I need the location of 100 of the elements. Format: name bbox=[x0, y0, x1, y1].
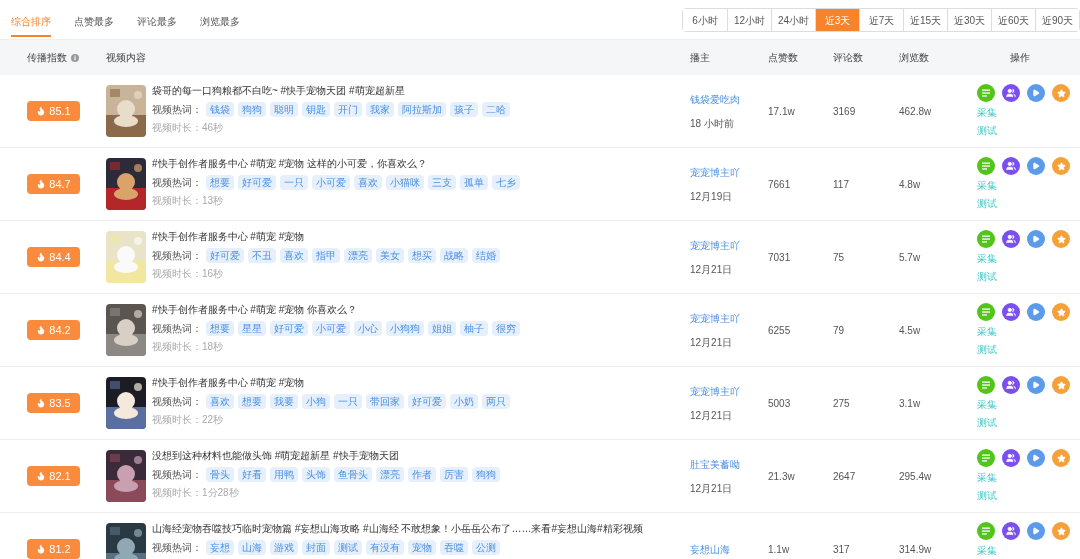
keyword-tag[interactable]: 星星 bbox=[238, 321, 266, 336]
users-icon[interactable] bbox=[1002, 449, 1020, 467]
keyword-tag[interactable]: 想要 bbox=[206, 321, 234, 336]
play-icon[interactable] bbox=[1027, 84, 1045, 102]
keyword-tag[interactable]: 姐姐 bbox=[428, 321, 456, 336]
author-link[interactable]: 肚宝美蓄呦 bbox=[690, 456, 768, 472]
video-title[interactable]: #快手创作者服务中心 #萌宠 #宠物 你喜欢么？ bbox=[152, 304, 520, 316]
sort-tab[interactable]: 评论最多 bbox=[137, 14, 177, 37]
play-icon[interactable] bbox=[1027, 157, 1045, 175]
author-link[interactable]: 宠宠博主吖 bbox=[690, 310, 768, 326]
keyword-tag[interactable]: 钱袋 bbox=[206, 102, 234, 117]
action-link[interactable]: 测试 bbox=[977, 343, 997, 357]
score-button[interactable]: 85.1 bbox=[27, 101, 80, 121]
keyword-tag[interactable]: 狗狗 bbox=[472, 467, 500, 482]
video-title[interactable]: 袋哥的每一口狗粮都不白吃~ #快手宠物天团 #萌宠超新星 bbox=[152, 85, 510, 97]
keyword-tag[interactable]: 战略 bbox=[440, 248, 468, 263]
score-button[interactable]: 83.5 bbox=[27, 393, 80, 413]
users-icon[interactable] bbox=[1002, 522, 1020, 540]
keyword-tag[interactable]: 宠物 bbox=[408, 540, 436, 555]
time-filter-button[interactable]: 近3天 bbox=[815, 9, 859, 31]
action-link[interactable]: 采集 bbox=[977, 544, 997, 558]
play-icon[interactable] bbox=[1027, 522, 1045, 540]
keyword-tag[interactable]: 有没有 bbox=[366, 540, 404, 555]
list-icon[interactable] bbox=[977, 230, 995, 248]
sort-tab[interactable]: 浏览最多 bbox=[200, 14, 240, 37]
list-icon[interactable] bbox=[977, 157, 995, 175]
keyword-tag[interactable]: 钥匙 bbox=[302, 102, 330, 117]
list-icon[interactable] bbox=[977, 84, 995, 102]
keyword-tag[interactable]: 柚子 bbox=[460, 321, 488, 336]
action-link[interactable]: 测试 bbox=[977, 197, 997, 211]
keyword-tag[interactable]: 用鸭 bbox=[270, 467, 298, 482]
time-filter-button[interactable]: 近90天 bbox=[1035, 9, 1079, 31]
keyword-tag[interactable]: 好可爱 bbox=[206, 248, 244, 263]
video-title[interactable]: 没想到这种材料也能做头饰 #萌宠超新星 #快手宠物天团 bbox=[152, 450, 500, 462]
author-link[interactable]: 妄想山海 bbox=[690, 541, 768, 557]
keyword-tag[interactable]: 小可爱 bbox=[312, 175, 350, 190]
author-link[interactable]: 宠宠博主吖 bbox=[690, 237, 768, 253]
keyword-tag[interactable]: 好看 bbox=[238, 467, 266, 482]
score-button[interactable]: 84.7 bbox=[27, 174, 80, 194]
play-icon[interactable] bbox=[1027, 449, 1045, 467]
keyword-tag[interactable]: 头饰 bbox=[302, 467, 330, 482]
sort-tab[interactable]: 综合排序 bbox=[11, 14, 51, 37]
action-link[interactable]: 采集 bbox=[977, 325, 997, 339]
keyword-tag[interactable]: 想要 bbox=[238, 394, 266, 409]
keyword-tag[interactable]: 骨头 bbox=[206, 467, 234, 482]
list-icon[interactable] bbox=[977, 376, 995, 394]
keyword-tag[interactable]: 指甲 bbox=[312, 248, 340, 263]
action-link[interactable]: 采集 bbox=[977, 252, 997, 266]
keyword-tag[interactable]: 吞噬 bbox=[440, 540, 468, 555]
keyword-tag[interactable]: 很穷 bbox=[492, 321, 520, 336]
keyword-tag[interactable]: 孤单 bbox=[460, 175, 488, 190]
keyword-tag[interactable]: 二哈 bbox=[482, 102, 510, 117]
keyword-tag[interactable]: 小狗 bbox=[302, 394, 330, 409]
keyword-tag[interactable]: 狗狗 bbox=[238, 102, 266, 117]
author-link[interactable]: 钱袋爱吃肉 bbox=[690, 91, 768, 107]
keyword-tag[interactable]: 封面 bbox=[302, 540, 330, 555]
keyword-tag[interactable]: 我家 bbox=[366, 102, 394, 117]
keyword-tag[interactable]: 开门 bbox=[334, 102, 362, 117]
keyword-tag[interactable]: 一只 bbox=[280, 175, 308, 190]
keyword-tag[interactable]: 七乡 bbox=[492, 175, 520, 190]
action-link[interactable]: 采集 bbox=[977, 398, 997, 412]
keyword-tag[interactable]: 厉害 bbox=[440, 467, 468, 482]
score-button[interactable]: 81.2 bbox=[27, 539, 80, 559]
keyword-tag[interactable]: 山海 bbox=[238, 540, 266, 555]
keyword-tag[interactable]: 喜欢 bbox=[206, 394, 234, 409]
keyword-tag[interactable]: 带回家 bbox=[366, 394, 404, 409]
keyword-tag[interactable]: 小猫咪 bbox=[386, 175, 424, 190]
sort-tab[interactable]: 点赞最多 bbox=[74, 14, 114, 37]
list-icon[interactable] bbox=[977, 303, 995, 321]
play-icon[interactable] bbox=[1027, 230, 1045, 248]
users-icon[interactable] bbox=[1002, 376, 1020, 394]
keyword-tag[interactable]: 三支 bbox=[428, 175, 456, 190]
keyword-tag[interactable]: 好可爱 bbox=[238, 175, 276, 190]
video-title[interactable]: #快手创作者服务中心 #萌宠 #宠物 bbox=[152, 377, 510, 389]
keyword-tag[interactable]: 孩子 bbox=[450, 102, 478, 117]
keyword-tag[interactable]: 阿拉斯加 bbox=[398, 102, 446, 117]
keyword-tag[interactable]: 不丑 bbox=[248, 248, 276, 263]
keyword-tag[interactable]: 两只 bbox=[482, 394, 510, 409]
keyword-tag[interactable]: 好可爱 bbox=[408, 394, 446, 409]
users-icon[interactable] bbox=[1002, 84, 1020, 102]
keyword-tag[interactable]: 我要 bbox=[270, 394, 298, 409]
score-button[interactable]: 84.2 bbox=[27, 320, 80, 340]
play-icon[interactable] bbox=[1027, 376, 1045, 394]
keyword-tag[interactable]: 一只 bbox=[334, 394, 362, 409]
author-link[interactable]: 宠宠博主吖 bbox=[690, 383, 768, 399]
action-link[interactable]: 采集 bbox=[977, 106, 997, 120]
users-icon[interactable] bbox=[1002, 303, 1020, 321]
author-link[interactable]: 宠宠博主吖 bbox=[690, 164, 768, 180]
action-link[interactable]: 测试 bbox=[977, 416, 997, 430]
video-title[interactable]: 山海经宠物吞噬技巧临时宠物篇 #妄想山海攻略 #山海经 不敢想象！小岳岳公布了……来看#妄想山海#精彩视频 bbox=[152, 523, 643, 535]
keyword-tag[interactable]: 漂亮 bbox=[376, 467, 404, 482]
action-link[interactable]: 测试 bbox=[977, 124, 997, 138]
keyword-tag[interactable]: 想买 bbox=[408, 248, 436, 263]
keyword-tag[interactable]: 作者 bbox=[408, 467, 436, 482]
users-icon[interactable] bbox=[1002, 157, 1020, 175]
keyword-tag[interactable]: 聪明 bbox=[270, 102, 298, 117]
keyword-tag[interactable]: 喜欢 bbox=[354, 175, 382, 190]
play-icon[interactable] bbox=[1027, 303, 1045, 321]
score-button[interactable]: 84.4 bbox=[27, 247, 80, 267]
keyword-tag[interactable]: 游戏 bbox=[270, 540, 298, 555]
